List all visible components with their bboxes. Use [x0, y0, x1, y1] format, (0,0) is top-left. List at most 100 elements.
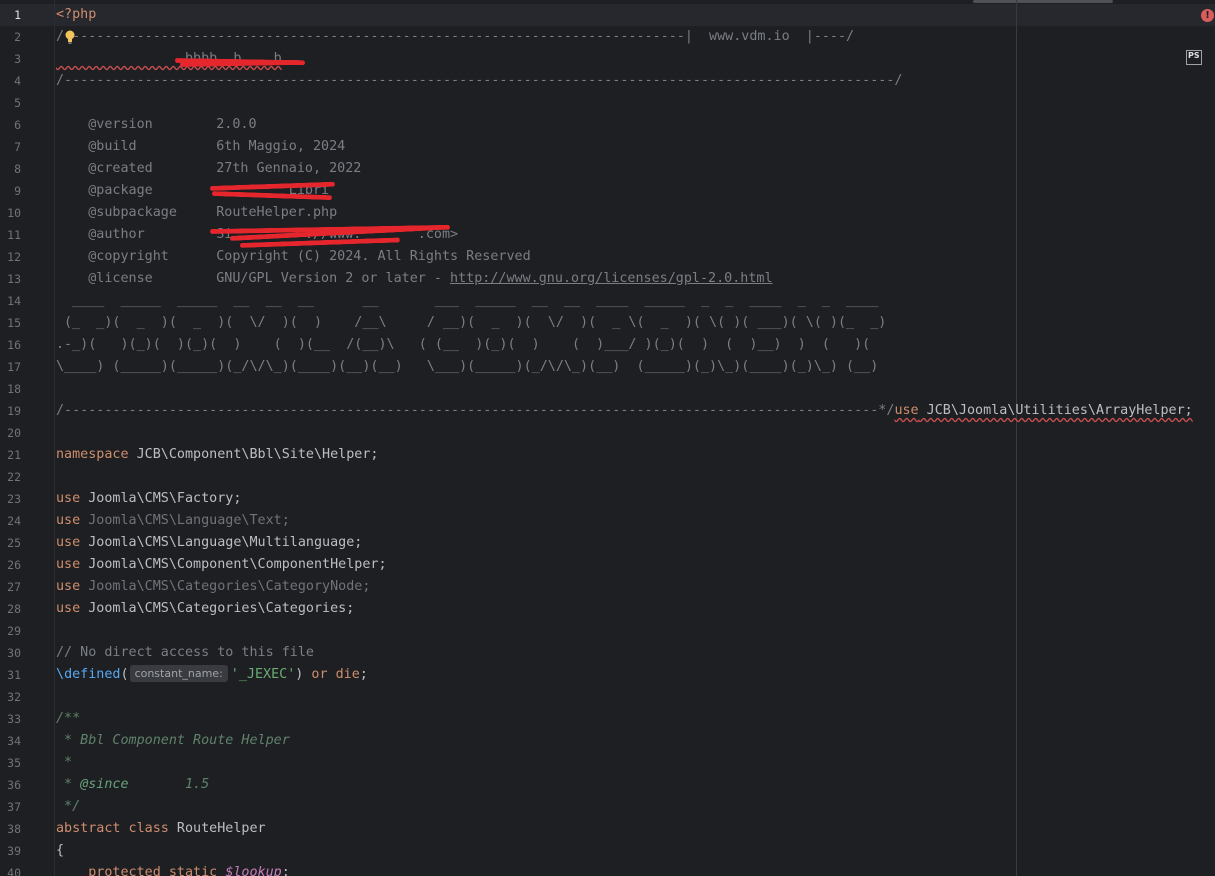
line-number[interactable]: 25 — [0, 532, 52, 554]
line-number[interactable]: 24 — [0, 510, 52, 532]
code-line[interactable]: abstract class RouteHelper — [56, 818, 1193, 840]
line-number[interactable]: 3 — [0, 48, 52, 70]
parameter-name-hint[interactable]: constant_name: — [129, 665, 228, 682]
line-number[interactable]: 13 — [0, 268, 52, 290]
code-line[interactable]: // No direct access to this file — [56, 642, 1193, 664]
code-line[interactable] — [56, 686, 1193, 708]
phpstorm-file-icon[interactable]: PS — [1186, 50, 1202, 65]
code-line[interactable]: use Joomla\CMS\Factory; — [56, 488, 1193, 510]
line-number[interactable]: 1 — [0, 4, 52, 26]
line-number[interactable]: 23 — [0, 488, 52, 510]
line-number[interactable]: 6 — [0, 114, 52, 136]
code-line[interactable]: * — [56, 752, 1193, 774]
doc-since-value: 1.5 — [128, 777, 210, 792]
line-number[interactable]: 20 — [0, 422, 52, 444]
code-editor[interactable]: 1 2 3 4 5 6 7 8 9 10 11 12 13 14 15 16 1… — [0, 0, 1215, 876]
line-number[interactable]: 8 — [0, 158, 52, 180]
line-number[interactable]: 11 — [0, 224, 52, 246]
code-line[interactable] — [56, 378, 1193, 400]
intention-bulb-icon[interactable] — [64, 30, 76, 44]
code-line[interactable]: ____ _____ _____ __ __ __ __ ___ _____ _… — [56, 290, 1193, 312]
line-number[interactable]: 34 — [0, 730, 52, 752]
code-line[interactable]: use Joomla\CMS\Language\Text; — [56, 510, 1193, 532]
line-number[interactable]: 22 — [0, 466, 52, 488]
line-number[interactable]: 38 — [0, 818, 52, 840]
line-number[interactable]: 4 — [0, 70, 52, 92]
use-namespace: JCB\Joomla\Utilities\ArrayHelper; — [918, 403, 1193, 418]
line-number[interactable]: 17 — [0, 356, 52, 378]
code-line[interactable]: @version 2.0.0 — [56, 114, 1193, 136]
use-namespace: Joomla\CMS\Factory; — [80, 491, 242, 506]
line-number[interactable]: 5 — [0, 92, 52, 114]
defined-function[interactable]: defined — [64, 667, 120, 682]
line-number[interactable]: 7 — [0, 136, 52, 158]
line-number[interactable]: 35 — [0, 752, 52, 774]
license-prefix: GNU/GPL Version 2 or later - — [216, 271, 451, 286]
line-number[interactable]: 9 — [0, 180, 52, 202]
doc-since-tag: @since — [80, 777, 129, 792]
line-number[interactable]: 33 — [0, 708, 52, 730]
code-line[interactable]: use Joomla\CMS\Component\ComponentHelper… — [56, 554, 1193, 576]
code-line[interactable]: use Joomla\CMS\Categories\Categories; — [56, 598, 1193, 620]
code-text-area[interactable]: <?php /---------------------------------… — [56, 4, 1193, 876]
line-number[interactable]: 19 — [0, 400, 52, 422]
line-number-gutter[interactable]: 1 2 3 4 5 6 7 8 9 10 11 12 13 14 15 16 1… — [0, 4, 52, 876]
code-line[interactable]: .-_)( )(_)( )(_)( ) ( )(__ /(__)\ ( (__ … — [56, 334, 1193, 356]
line-number[interactable]: 14 — [0, 290, 52, 312]
line-number[interactable]: 40 — [0, 862, 52, 876]
code-line[interactable]: @author Si ://www. .com> — [56, 224, 1193, 246]
code-line[interactable]: \defined(constant_name: '_JEXEC') or die; — [56, 664, 1193, 686]
line-number[interactable]: 30 — [0, 642, 52, 664]
line-number[interactable]: 18 — [0, 378, 52, 400]
line-number[interactable]: 39 — [0, 840, 52, 862]
semicolon: ; — [359, 667, 368, 682]
line-number[interactable]: 21 — [0, 444, 52, 466]
code-line[interactable]: * @since 1.5 — [56, 774, 1193, 796]
code-line[interactable]: use Joomla\CMS\Language\Multilanguage; — [56, 532, 1193, 554]
line-number[interactable]: 2 — [0, 26, 52, 48]
code-line[interactable]: /---------------------------------------… — [56, 400, 1193, 422]
line-number[interactable]: 10 — [0, 202, 52, 224]
code-line[interactable] — [56, 620, 1193, 642]
global-namespace-slash: \ — [56, 667, 65, 682]
line-number[interactable]: 29 — [0, 620, 52, 642]
string-literal: '_JEXEC' — [230, 667, 296, 682]
code-line[interactable] — [56, 92, 1193, 114]
line-number[interactable]: 15 — [0, 312, 52, 334]
line-number[interactable]: 27 — [0, 576, 52, 598]
line-number[interactable]: 31 — [0, 664, 52, 686]
code-line[interactable]: namespace JCB\Component\Bbl\Site\Helper; — [56, 444, 1193, 466]
license-link[interactable]: http://www.gnu.org/licenses/gpl-2.0.html — [450, 271, 772, 286]
code-line[interactable]: (_ _)( _ )( _ )( \/ )( ) /__\ / __)( _ )… — [56, 312, 1193, 334]
code-line[interactable]: @copyright Copyright (C) 2024. All Rights… — [56, 246, 1193, 268]
build-key: @build — [88, 139, 137, 154]
code-line[interactable] — [56, 422, 1193, 444]
line-number[interactable]: 26 — [0, 554, 52, 576]
code-line[interactable]: /---------------------------------------… — [56, 26, 1193, 48]
code-line[interactable]: \____) (_____)(_____)(_/\/\_)(____)(__)(… — [56, 356, 1193, 378]
code-line[interactable]: @build 6th Maggio, 2024 — [56, 136, 1193, 158]
code-line[interactable]: protected static $lookup; — [56, 862, 1193, 876]
code-line[interactable]: /** — [56, 708, 1193, 730]
line-number[interactable]: 37 — [0, 796, 52, 818]
line-number[interactable]: 12 — [0, 246, 52, 268]
ascii-art-row: (_ _)( _ )( _ )( \/ )( ) /__\ / __)( _ )… — [56, 315, 887, 330]
code-line[interactable]: */ — [56, 796, 1193, 818]
code-line[interactable] — [56, 466, 1193, 488]
line-number[interactable]: 36 — [0, 774, 52, 796]
code-line[interactable]: * Bbl Component Route Helper — [56, 730, 1193, 752]
line-number[interactable]: 32 — [0, 686, 52, 708]
code-line[interactable]: use Joomla\CMS\Categories\CategoryNode; — [56, 576, 1193, 598]
use-keyword: use — [56, 491, 81, 506]
line-number[interactable]: 16 — [0, 334, 52, 356]
doc-comment-title: * Bbl Component Route Helper — [56, 733, 290, 748]
code-line[interactable]: /---------------------------------------… — [56, 70, 1193, 92]
code-line[interactable]: <?php — [56, 4, 1193, 26]
code-line[interactable]: { — [56, 840, 1193, 862]
error-indicator-icon[interactable]: ! — [1201, 9, 1214, 22]
code-line[interactable]: @license GNU/GPL Version 2 or later - htt… — [56, 268, 1193, 290]
horizontal-scrollbar-thumb[interactable] — [973, 0, 1113, 3]
code-line[interactable]: @subpackage RouteHelper.php — [56, 202, 1193, 224]
line-number[interactable]: 28 — [0, 598, 52, 620]
code-line[interactable]: @created 27th Gennaio, 2022 — [56, 158, 1193, 180]
